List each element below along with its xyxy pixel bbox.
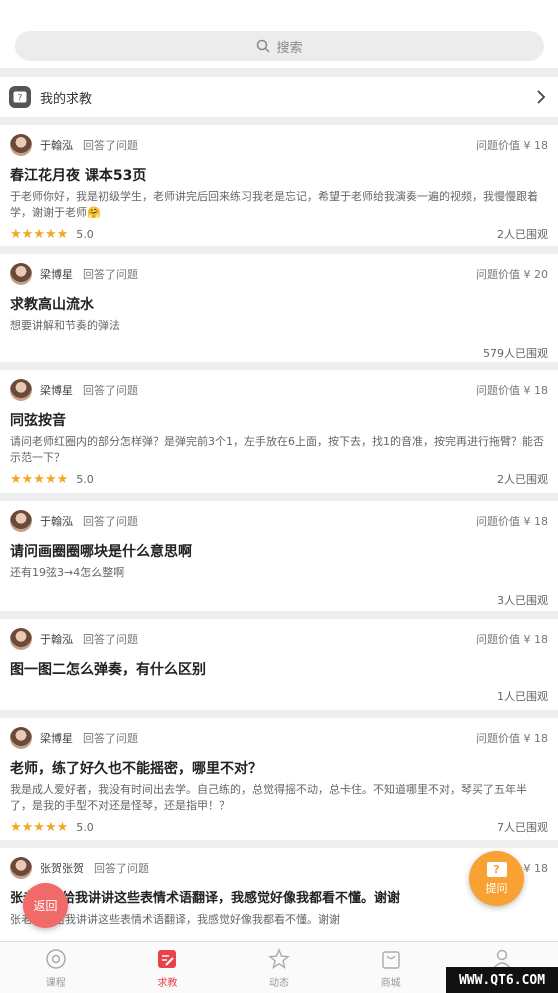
question-card[interactable]: 梁博星 回答了问题 问题价值 ¥ 18 老师，练了好久也不能摇密，哪里不对？ 我… xyxy=(0,718,558,840)
search-placeholder: 搜索 xyxy=(276,40,303,56)
answer-action: 回答了问题 xyxy=(83,732,138,745)
question-title: 请问画圈圈哪块是什么意思啊 xyxy=(10,544,192,560)
question-card[interactable]: 于翰泓 回答了问题 问题价值 ¥ 18 春江花月夜 课本53页 于老师你好，我是… xyxy=(0,125,558,246)
tab-label: 课程 xyxy=(45,977,66,989)
avatar[interactable] xyxy=(10,628,32,650)
answerer-name[interactable]: 梁博星 xyxy=(40,730,73,746)
ask-label: 提问 xyxy=(485,881,508,895)
question-title: 求教高山流水 xyxy=(10,297,94,313)
svg-text:?: ? xyxy=(18,94,23,104)
disc-icon xyxy=(44,947,68,971)
bag-icon xyxy=(379,947,403,971)
question-title: 图一图二怎么弹奏，有什么区别 xyxy=(10,662,206,678)
my-help-label: 我的求教 xyxy=(40,91,93,107)
rating-score: 5.0 xyxy=(76,227,94,241)
question-title: 同弦按音 xyxy=(10,413,66,429)
answerer-name[interactable]: 梁博星 xyxy=(40,382,73,398)
view-count: 2人已围观 xyxy=(497,228,548,241)
question-card[interactable]: 于翰泓 回答了问题 问题价值 ¥ 18 请问画圈圈哪块是什么意思啊 还有19弦3… xyxy=(0,501,558,611)
question-icon: ? xyxy=(486,861,507,877)
tab-label: 商城 xyxy=(380,977,401,989)
search-input[interactable]: 搜索 xyxy=(15,31,544,61)
answerer-name[interactable]: 梁博星 xyxy=(40,266,73,282)
question-card[interactable]: 梁博星 回答了问题 问题价值 ¥ 20 求教高山流水 想要讲解和节奏的弹法 57… xyxy=(0,254,558,362)
search-bar-container: 搜索 xyxy=(0,0,558,68)
view-count: 3人已围观 xyxy=(497,594,548,607)
question-title: 老师，练了好久也不能摇密，哪里不对？ xyxy=(10,761,262,777)
tab-shop[interactable]: 商城 xyxy=(335,942,447,993)
tab-courses[interactable]: 课程 xyxy=(0,942,112,993)
back-button[interactable]: 返回 xyxy=(23,883,68,928)
question-body: 还有19弦3→4怎么整啊 xyxy=(10,566,125,579)
question-body: 想要讲解和节奏的弹法 xyxy=(10,319,120,332)
star-icon xyxy=(267,947,291,971)
avatar[interactable] xyxy=(10,857,32,879)
rating-stars: ★★★★★ xyxy=(10,226,69,242)
answer-action: 回答了问题 xyxy=(83,139,138,152)
question-body: 张老师你给我讲讲这些表情术语翻译，我感觉好像我都看不懂。谢谢 xyxy=(10,913,340,926)
rating-score: 5.0 xyxy=(76,472,94,486)
rating-stars: ★★★★★ xyxy=(10,819,69,835)
question-value: 问题价值 ¥ 18 xyxy=(476,139,548,152)
answer-action: 回答了问题 xyxy=(83,633,138,646)
ask-question-button[interactable]: ? 提问 xyxy=(469,851,524,906)
view-count: 579人已围观 xyxy=(483,347,548,360)
rating-score: 5.0 xyxy=(76,820,94,834)
question-title: 张老师你给我讲讲这些表情术语翻译，我感觉好像我都看不懂。谢谢 xyxy=(10,891,401,906)
answerer-name[interactable]: 于翰泓 xyxy=(40,513,73,529)
view-count: 1人已围观 xyxy=(497,690,548,703)
question-title: 春江花月夜 课本53页 xyxy=(10,168,147,184)
tab-feed[interactable]: 动态 xyxy=(223,942,335,993)
watermark: WWW.QT6.COM xyxy=(446,967,558,993)
question-card[interactable]: 于翰泓 回答了问题 问题价值 ¥ 18 图一图二怎么弹奏，有什么区别 1人已围观 xyxy=(0,619,558,710)
tab-label: 求教 xyxy=(157,977,178,989)
avatar[interactable] xyxy=(10,727,32,749)
question-value: 问题价值 ¥ 18 xyxy=(476,732,548,745)
search-icon xyxy=(257,39,271,53)
avatar[interactable] xyxy=(10,263,32,285)
question-feed: 于翰泓 回答了问题 问题价值 ¥ 18 春江花月夜 课本53页 于老师你好，我是… xyxy=(0,125,558,956)
answerer-name[interactable]: 于翰泓 xyxy=(40,137,73,153)
answer-action: 回答了问题 xyxy=(83,268,138,281)
answerer-name[interactable]: 于翰泓 xyxy=(40,631,73,647)
avatar[interactable] xyxy=(10,510,32,532)
avatar[interactable] xyxy=(10,134,32,156)
edit-icon xyxy=(155,947,179,971)
question-body: 我是成人爱好者，我没有时间出去学。自己练的，总觉得摇不动，总卡住。不知道哪里不对… xyxy=(10,783,527,812)
view-count: 7人已围观 xyxy=(497,821,548,834)
tab-ask[interactable]: 求教 xyxy=(112,942,224,993)
question-value: 问题价值 ¥ 18 xyxy=(476,515,548,528)
question-card[interactable]: 梁博星 回答了问题 问题价值 ¥ 18 同弦按音 请问老师红圈内的部分怎样弹？是… xyxy=(0,370,558,493)
view-count: 2人已围观 xyxy=(497,473,548,486)
answer-action: 回答了问题 xyxy=(83,384,138,397)
avatar[interactable] xyxy=(10,379,32,401)
answerer-name[interactable]: 张贺张贺 xyxy=(40,860,84,876)
question-body: 请问老师红圈内的部分怎样弹？是弹完前3个1，左手放在6上面，按下去，找1的音准，… xyxy=(10,435,544,464)
question-body: 于老师你好，我是初级学生，老师讲完后回来练习我老是忘记，希望于老师给我演奏一遍的… xyxy=(10,190,538,219)
help-icon: ? xyxy=(9,86,31,108)
question-value: 问题价值 ¥ 18 xyxy=(476,633,548,646)
chevron-right-icon xyxy=(537,90,546,104)
my-help-row[interactable]: ? 我的求教 xyxy=(0,77,558,117)
answer-action: 回答了问题 xyxy=(94,862,149,875)
tab-label: 动态 xyxy=(268,977,289,989)
question-value: 问题价值 ¥ 18 xyxy=(476,384,548,397)
answer-action: 回答了问题 xyxy=(83,515,138,528)
question-value: 问题价值 ¥ 20 xyxy=(476,268,548,281)
rating-stars: ★★★★★ xyxy=(10,471,69,487)
